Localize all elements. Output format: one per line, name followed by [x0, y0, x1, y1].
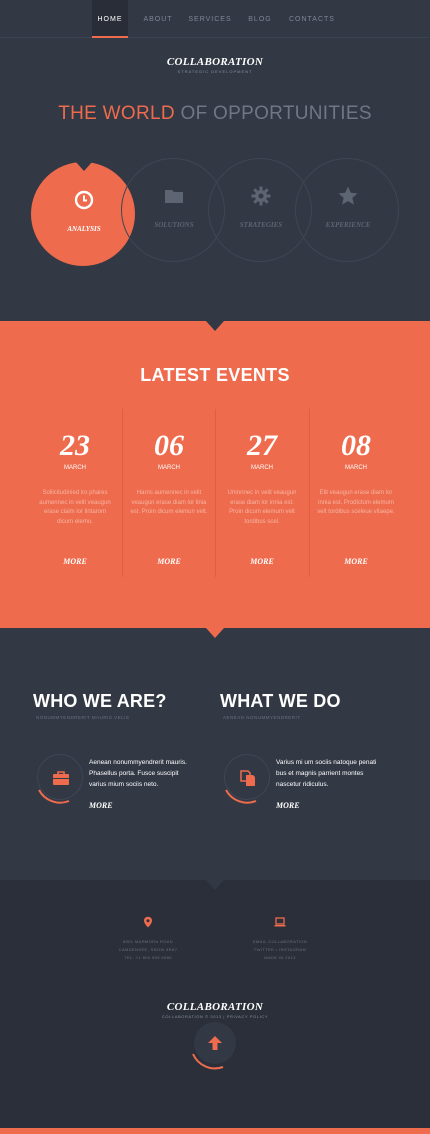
event-day: 06: [154, 429, 184, 462]
what-subtitle: AENEAN NONUMMYENDRERIT: [223, 715, 301, 720]
footer: 8901 MARMORA ROAD CAMDENSEE, SNOW 8R87 T…: [0, 880, 430, 1128]
events-title: LATEST EVENTS: [140, 365, 290, 385]
circle-notch: [75, 161, 93, 171]
contact-line: MADE IN 2013: [264, 955, 296, 960]
folder-icon: [165, 190, 183, 203]
event-card: 08 MARCH Elit veaugun erase diam lor inn…: [309, 409, 403, 577]
who-text-line: Aenean nonummyendrerit mauris.: [89, 759, 187, 766]
who-more-link[interactable]: MORE: [89, 801, 113, 810]
clock-icon: [74, 190, 94, 210]
nav-contacts[interactable]: CONTACTS: [286, 0, 338, 38]
hero-section: COLLABORATION STRATEGIC DEVELOPMENT THE …: [0, 38, 430, 321]
what-text-line: Varius mi um sociis natoque penati: [276, 759, 377, 766]
nav-blog[interactable]: BLOG: [242, 0, 278, 38]
what-text-line: nascetur ridiculus.: [276, 781, 329, 788]
address-line: TEL: +1 800 559 6580: [124, 955, 172, 960]
footer-contact: EMAIL COLLABORATION TWITTER • INSTAGRAM …: [220, 938, 340, 962]
feature-label: EXPERIENCE: [325, 221, 371, 229]
star-icon: [338, 186, 358, 205]
who-subtitle: NONUMMYENDRERIT MAURIS VELIS: [36, 715, 130, 720]
briefcase-icon: [53, 771, 69, 785]
footer-address: 8901 MARMORA ROAD CAMDENSEE, SNOW 8R87 T…: [88, 938, 208, 962]
site-tagline: STRATEGIC DEVELOPMENT: [177, 69, 253, 74]
section-notch: [206, 880, 224, 890]
nav-services[interactable]: SERVICES: [186, 0, 234, 38]
event-month: MARCH: [158, 465, 180, 471]
event-month: MARCH: [64, 465, 86, 471]
who-title: WHO WE ARE?: [33, 691, 167, 711]
event-day: 08: [341, 429, 371, 462]
what-text: Varius mi um sociis natoque penati bus e…: [276, 757, 376, 790]
documents-icon: [240, 770, 255, 786]
event-card: 06 MARCH Harns aumennec in velit veaugun…: [122, 409, 216, 577]
contact-line: EMAIL COLLABORATION: [252, 939, 308, 944]
event-day: 27: [247, 429, 277, 462]
event-text: Elit veaugun erase diam lor innia est. P…: [317, 490, 395, 515]
event-text: Sollicitudinied iro phares aumennec in v…: [39, 490, 111, 525]
nav-about[interactable]: ABOUT: [138, 0, 178, 38]
arrow-up-icon: [208, 1036, 222, 1050]
event-more-link[interactable]: MORE: [28, 557, 122, 566]
section-notch: [206, 321, 224, 331]
who-text: Aenean nonummyendrerit mauris. Phasellus…: [89, 757, 187, 790]
headline-rest: OF OPPORTUNITIES: [180, 103, 372, 124]
what-more-link[interactable]: MORE: [276, 801, 300, 810]
feature-analysis[interactable]: ANALYSIS: [31, 161, 135, 266]
scroll-top-button[interactable]: [192, 1022, 236, 1070]
about-section: WHO WE ARE? NONUMMYENDRERIT MAURIS VELIS…: [0, 628, 430, 880]
address-line: CAMDENSEE, SNOW 8R87: [118, 947, 178, 952]
events-section: LATEST EVENTS 23 MARCH Sollicitudinied i…: [0, 321, 430, 628]
laptop-icon: [274, 917, 286, 927]
event-text: Umnnnec in velit veaugun erase diam lor …: [227, 490, 297, 525]
top-nav: HOME ABOUT SERVICES BLOG CONTACTS: [0, 0, 430, 38]
section-notch: [206, 628, 224, 638]
event-card: 23 MARCH Sollicitudinied iro phares aume…: [28, 409, 122, 577]
nav-home[interactable]: HOME: [92, 0, 128, 38]
bottom-accent-bar: [0, 1128, 430, 1134]
what-text-line: bus et magnis parrient montes: [276, 770, 364, 777]
location-pin-icon: [144, 916, 152, 928]
who-icon-ring: [37, 754, 83, 804]
footer-logo[interactable]: COLLABORATION: [0, 1001, 430, 1013]
event-month: MARCH: [345, 465, 367, 471]
headline-accent: THE WORLD: [58, 103, 175, 124]
feature-experience[interactable]: EXPERIENCE: [295, 158, 399, 262]
who-text-line: varius mium sociis neto.: [89, 781, 159, 788]
site-logo[interactable]: COLLABORATION: [0, 56, 430, 68]
feature-label: ANALYSIS: [67, 225, 101, 233]
what-title: WHAT WE DO: [220, 691, 341, 711]
who-text-line: Phasellus porta. Fusce suscipit: [89, 770, 179, 777]
event-more-link[interactable]: MORE: [215, 557, 309, 566]
event-text: Harns aumennec in velit veaugun erase di…: [130, 490, 208, 515]
event-day: 23: [60, 429, 90, 462]
contact-line: TWITTER • INSTAGRAM: [253, 947, 307, 952]
event-more-link[interactable]: MORE: [122, 557, 216, 566]
event-month: MARCH: [251, 465, 273, 471]
gear-icon: [251, 186, 271, 206]
page: HOME ABOUT SERVICES BLOG CONTACTS COLLAB…: [0, 0, 430, 1134]
event-card: 27 MARCH Umnnnec in velit veaugun erase …: [215, 409, 309, 577]
hero-headline: THE WORLD OF OPPORTUNITIES: [0, 103, 430, 125]
event-more-link[interactable]: MORE: [309, 557, 403, 566]
what-icon-ring: [224, 754, 270, 804]
address-line: 8901 MARMORA ROAD: [122, 939, 174, 944]
